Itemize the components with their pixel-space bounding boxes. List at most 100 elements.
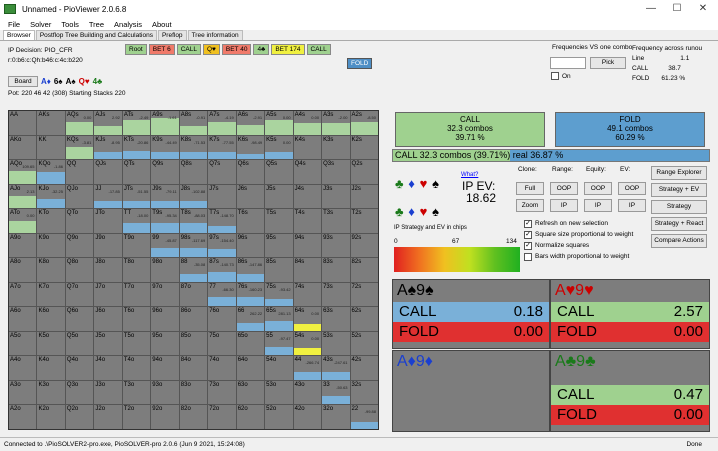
hand-cell[interactable]: 73s <box>322 282 350 307</box>
hand-cell[interactable]: 63s <box>322 307 350 331</box>
tree-node[interactable]: 4♣ <box>253 44 270 55</box>
hand-cell[interactable]: 94s <box>293 233 322 258</box>
hand-cell[interactable]: Q9o <box>65 233 94 258</box>
combo-panel[interactable]: A♣9♣ CALL 0.47 FOLD 0.00 <box>550 350 710 432</box>
hand-cell[interactable]: T2o <box>122 405 151 429</box>
menu-tools[interactable]: Tools <box>61 20 79 29</box>
hand-cell[interactable]: A5s 0.00 <box>265 111 293 135</box>
hand-cell[interactable]: Q7s <box>208 160 236 184</box>
hand-cell[interactable]: 44 -266.74 <box>293 356 322 380</box>
hand-cell[interactable]: 97s -154.40 <box>208 233 236 258</box>
hand-cell[interactable]: K7o <box>37 282 65 307</box>
call-action-box[interactable]: CALL 32.3 combos 39.71 % <box>395 112 545 147</box>
hand-cell[interactable]: KTs -20.86 <box>122 135 151 160</box>
hand-cell[interactable]: T2s <box>350 209 378 233</box>
hand-cell[interactable]: QTs <box>122 160 151 184</box>
hand-cell[interactable]: A8s -0.91 <box>179 111 208 135</box>
hand-cell[interactable]: J3o <box>94 380 122 405</box>
hand-cell[interactable]: 83o <box>179 380 208 405</box>
hand-cell[interactable]: 22 -99.88 <box>350 405 378 429</box>
hand-cell[interactable]: ATs -2.49 <box>122 111 151 135</box>
hand-cell[interactable]: J7o <box>94 282 122 307</box>
hand-cell[interactable]: K5o <box>37 331 65 356</box>
tab-browser[interactable]: Browser <box>3 30 35 40</box>
hand-cell[interactable]: K5s 0.00 <box>265 135 293 160</box>
hand-cell[interactable]: 86o <box>179 307 208 331</box>
spade-icon[interactable]: ♠ <box>432 198 439 226</box>
hand-cell[interactable]: 64s 0.00 <box>293 307 322 331</box>
hand-cell[interactable]: 93o <box>151 380 179 405</box>
hand-cell[interactable]: K4o <box>37 356 65 380</box>
hand-cell[interactable]: 98o <box>151 258 179 282</box>
hand-cell[interactable]: 85o <box>179 331 208 356</box>
hand-cell[interactable]: 84o <box>179 356 208 380</box>
hand-cell[interactable]: Q6s <box>236 160 265 184</box>
tab-tree-information[interactable]: Tree information <box>187 30 243 40</box>
hand-cell[interactable]: 53s <box>322 331 350 356</box>
hand-cell[interactable]: J5o <box>94 331 122 356</box>
hand-cell[interactable]: J8o <box>94 258 122 282</box>
hand-cell[interactable]: 65o <box>236 331 265 356</box>
hand-cell[interactable]: A3o <box>9 380 37 405</box>
hand-cell[interactable]: 62o <box>236 405 265 429</box>
hand-cell[interactable]: 77 -66.30 <box>208 282 236 307</box>
hand-cell[interactable]: Q3o <box>65 380 94 405</box>
hand-cell[interactable]: 32o <box>322 405 350 429</box>
hand-cell[interactable]: 84s <box>293 258 322 282</box>
hand-cell[interactable]: T5o <box>122 331 151 356</box>
hand-cell[interactable]: AJs 2.92 <box>94 111 122 135</box>
hand-cell[interactable]: 92s <box>350 233 378 258</box>
hand-cell[interactable]: KJo -32.25 <box>37 184 65 209</box>
hand-cell[interactable]: K6s -98.49 <box>236 135 265 160</box>
hand-cell[interactable]: Q8o <box>65 258 94 282</box>
fold-action-box[interactable]: FOLD 49.1 combos 60.29 % <box>555 112 705 147</box>
hand-cell[interactable]: KQo -1.86 <box>37 160 65 184</box>
hand-cell[interactable]: Q5s <box>265 160 293 184</box>
hand-cell[interactable]: T7o <box>122 282 151 307</box>
hand-cell[interactable]: J8s -102.88 <box>179 184 208 209</box>
hand-cell[interactable]: T6s <box>236 209 265 233</box>
combo-panel[interactable]: A♠9♠ CALL 0.18 FOLD 0.00 <box>392 279 550 349</box>
compare-actions-button[interactable]: Compare Actions <box>651 234 707 248</box>
hand-cell[interactable]: 52s <box>350 331 378 356</box>
board-button[interactable]: Board <box>8 76 38 87</box>
hand-cell[interactable]: 96o <box>151 307 179 331</box>
hand-cell[interactable]: ATo 0.00 <box>9 209 37 233</box>
diamond-icon[interactable]: ♦ <box>408 170 415 198</box>
hand-cell[interactable]: 52o <box>265 405 293 429</box>
what-link[interactable]: What? <box>461 172 478 178</box>
square-size-checkbox[interactable]: ✓ <box>524 230 532 239</box>
combo-panel[interactable]: A♦9♦ <box>392 350 550 432</box>
hand-cell[interactable]: AQo 109.65 <box>9 160 37 184</box>
hand-cell[interactable]: QTo <box>65 209 94 233</box>
hand-cell[interactable]: K8o <box>37 258 65 282</box>
hand-cell[interactable]: 92o <box>151 405 179 429</box>
hand-cell[interactable]: AQs 0.00 <box>65 111 94 135</box>
diamond-icon[interactable]: ♦ <box>408 198 415 226</box>
hand-cell[interactable]: 73o <box>208 380 236 405</box>
hand-cell[interactable]: 99 -45.87 <box>151 233 179 258</box>
hand-cell[interactable]: 86s -147.86 <box>236 258 265 282</box>
hand-cell[interactable]: K9s -44.49 <box>151 135 179 160</box>
hand-cell[interactable]: 85s <box>265 258 293 282</box>
pick-button[interactable]: Pick <box>590 57 626 69</box>
range-ip-button[interactable]: IP <box>550 199 578 212</box>
hand-cell[interactable]: AA <box>9 111 37 135</box>
hand-cell[interactable]: 75o <box>208 331 236 356</box>
hand-cell[interactable]: 93s <box>322 233 350 258</box>
hand-cell[interactable]: 72s <box>350 282 378 307</box>
hand-cell[interactable]: 72o <box>208 405 236 429</box>
hand-cell[interactable]: QJo <box>65 184 94 209</box>
hand-cell[interactable]: J5s <box>265 184 293 209</box>
tab-preflop[interactable]: Preflop <box>157 30 187 40</box>
hand-cell[interactable]: A9s -1.61 <box>151 111 179 135</box>
hand-cell[interactable]: 53o <box>265 380 293 405</box>
menu-analysis[interactable]: Analysis <box>114 20 142 29</box>
hand-cell[interactable]: AKo <box>9 135 37 160</box>
hand-cell[interactable]: 83s <box>322 258 350 282</box>
hand-cell[interactable]: Q3s <box>322 160 350 184</box>
hand-cell[interactable]: Q2o <box>65 405 94 429</box>
strategy-ev-button[interactable]: Strategy + EV <box>651 183 707 197</box>
hand-cell[interactable]: 33 -50.63 <box>322 380 350 405</box>
range-explorer-button[interactable]: Range Explorer <box>651 166 707 180</box>
